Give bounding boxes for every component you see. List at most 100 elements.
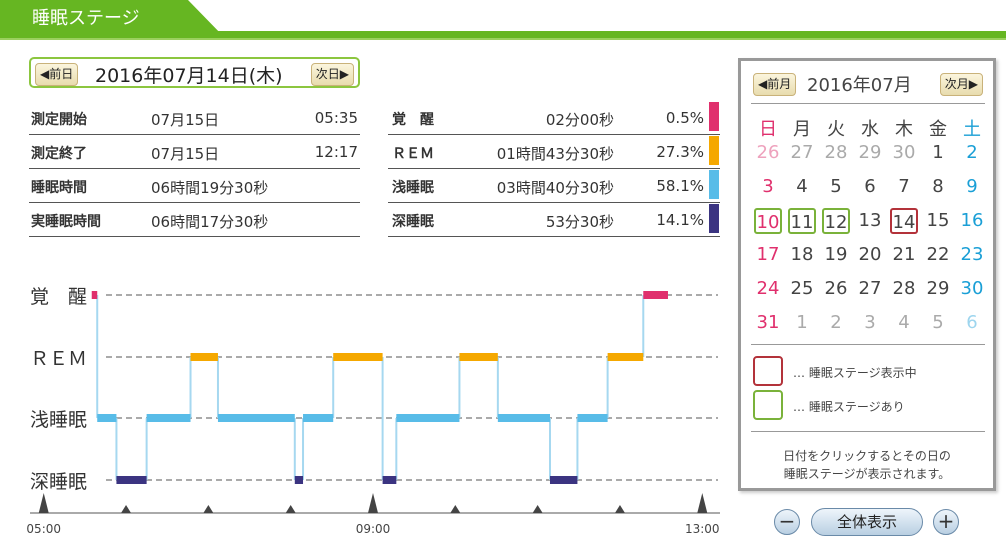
stage-segment [303, 414, 334, 422]
stage-summary: 覚 醒 02分00秒 0.5% ＲＥＭ 01時間43分30秒 27.3% 浅睡眠 03時間… [388, 101, 720, 237]
stage-axis-label: ＲＥＭ [30, 348, 87, 370]
prev-month-button[interactable]: ◀前月 [753, 73, 797, 96]
calendar-day[interactable]: 22 [924, 242, 952, 268]
calendar-day[interactable]: 8 [924, 174, 952, 200]
calendar-day[interactable]: 21 [890, 242, 918, 268]
stage-color-swatch [709, 170, 719, 199]
stage-segment [146, 414, 191, 422]
hour-tick [532, 505, 543, 513]
calendar-divider [751, 431, 985, 432]
calendar-day[interactable]: 17 [754, 242, 782, 268]
legend-selected-label: … 睡眠ステージ表示中 [793, 366, 917, 380]
stage-segment [217, 414, 295, 422]
stage-row: 深睡眠 53分30秒 14.1% [388, 203, 720, 237]
hour-tick [368, 493, 378, 513]
calendar-day[interactable]: 13 [856, 208, 884, 234]
calendar-day[interactable]: 28 [890, 276, 918, 302]
legend-data-label: … 睡眠ステージあり [793, 400, 905, 414]
stage-segment [294, 476, 304, 484]
calendar-day[interactable]: 3 [754, 174, 782, 200]
calendar-day[interactable]: 24 [754, 276, 782, 302]
calendar-day[interactable]: 1 [924, 140, 952, 166]
stage-segment [607, 353, 644, 361]
calendar-day-outside[interactable]: 30 [890, 140, 918, 166]
stat-value: 06時間17分30秒 [151, 213, 269, 231]
hour-tick [697, 493, 708, 513]
time-tick-label: 13:00 [685, 522, 720, 536]
date-navigator: ◀前日 2016年07月14日(木) 次日▶ [29, 57, 360, 88]
calendar-day[interactable]: 18 [788, 242, 816, 268]
calendar-day[interactable]: 20 [856, 242, 884, 268]
calendar-day[interactable]: 16 [958, 208, 986, 234]
show-all-button[interactable]: 全体表示 [811, 508, 923, 536]
weekday-header: 月 [793, 119, 811, 140]
stage-row: 浅睡眠 03時間40分30秒 58.1% [388, 169, 720, 203]
stage-percent: 58.1% [656, 177, 704, 195]
calendar-day[interactable]: 29 [924, 276, 952, 302]
calendar-day-outside[interactable]: 28 [822, 140, 850, 166]
calendar-day-outside[interactable]: 4 [890, 310, 918, 336]
hour-tick [203, 505, 214, 513]
calendar-day-outside[interactable]: 6 [958, 310, 986, 336]
stage-label: ＲＥＭ [392, 146, 434, 162]
calendar-day[interactable]: 4 [788, 174, 816, 200]
calendar-day[interactable]: 9 [958, 174, 986, 200]
measurement-summary: 測定開始 07月15日 05:35 測定終了 07月15日 12:17 睡眠時間 06時間… [29, 101, 360, 237]
calendar-day[interactable]: 14 [890, 208, 918, 234]
current-date: 2016年07月14日(木) [95, 65, 283, 87]
calendar-day[interactable]: 15 [924, 208, 952, 234]
calendar-day-outside[interactable]: 1 [788, 310, 816, 336]
weekday-header: 火 [827, 119, 845, 140]
stage-segment [459, 353, 498, 361]
stage-label: 浅睡眠 [392, 180, 434, 196]
page-title-text: 睡眠ステージ [32, 8, 140, 29]
calendar-day-outside[interactable]: 29 [856, 140, 884, 166]
stage-duration: 03時間40分30秒 [496, 179, 614, 197]
next-month-button[interactable]: 次月▶ [939, 73, 983, 96]
stage-color-swatch [709, 204, 719, 233]
time-tick-label: 05:00 [26, 522, 61, 536]
calendar-day[interactable]: 30 [958, 276, 986, 302]
stage-axis-label: 深睡眠 [30, 471, 87, 493]
calendar-day[interactable]: 25 [788, 276, 816, 302]
weekday-header: 金 [929, 119, 947, 140]
calendar-day-outside[interactable]: 26 [754, 140, 782, 166]
time-tick-label: 09:00 [356, 522, 391, 536]
calendar-day-outside[interactable]: 2 [822, 310, 850, 336]
sleep-stage-chart[interactable]: 覚 醒 ＲＥＭ 浅睡眠深睡眠 05:00 09:00 13:00 [0, 250, 730, 549]
zoom-in-button[interactable]: + [933, 509, 959, 535]
calendar-day[interactable]: 6 [856, 174, 884, 200]
stage-segment [190, 353, 218, 361]
next-day-button[interactable]: 次日▶ [310, 63, 354, 86]
stage-duration: 02分00秒 [545, 111, 614, 129]
calendar-help-line: 睡眠ステージが表示されます。 [783, 467, 951, 481]
calendar-month: 2016年07月 [807, 75, 912, 96]
calendar-day[interactable]: 7 [890, 174, 918, 200]
calendar-day[interactable]: 12 [822, 208, 850, 234]
stat-label: 睡眠時間 [31, 180, 87, 196]
stage-segment [396, 414, 460, 422]
calendar-day[interactable]: 31 [754, 310, 782, 336]
calendar-day[interactable]: 27 [856, 276, 884, 302]
stage-percent: 14.1% [656, 211, 704, 229]
zoom-out-button[interactable]: − [774, 509, 800, 535]
stat-time: 12:17 [314, 143, 358, 161]
calendar-day[interactable]: 23 [958, 242, 986, 268]
hour-tick [38, 493, 49, 513]
prev-day-button[interactable]: ◀前日 [35, 63, 79, 86]
calendar-day-outside[interactable]: 3 [856, 310, 884, 336]
hour-tick [285, 505, 296, 513]
calendar-day[interactable]: 2 [958, 140, 986, 166]
calendar-day[interactable]: 10 [754, 208, 782, 234]
calendar-panel: ◀前月 2016年07月 次月▶ 日月火水木金土 26 27 28 29 30 1 2 3 4 5 6… [738, 58, 996, 491]
calendar-day[interactable]: 19 [822, 242, 850, 268]
calendar-day[interactable]: 11 [788, 208, 816, 234]
stage-color-swatch [709, 102, 719, 131]
calendar-day-outside[interactable]: 27 [788, 140, 816, 166]
stage-duration: 53分30秒 [545, 213, 614, 231]
stage-label: 覚 醒 [392, 112, 434, 128]
calendar-day-outside[interactable]: 5 [924, 310, 952, 336]
calendar-day[interactable]: 26 [822, 276, 850, 302]
calendar-day[interactable]: 5 [822, 174, 850, 200]
weekday-header: 日 [759, 119, 777, 140]
